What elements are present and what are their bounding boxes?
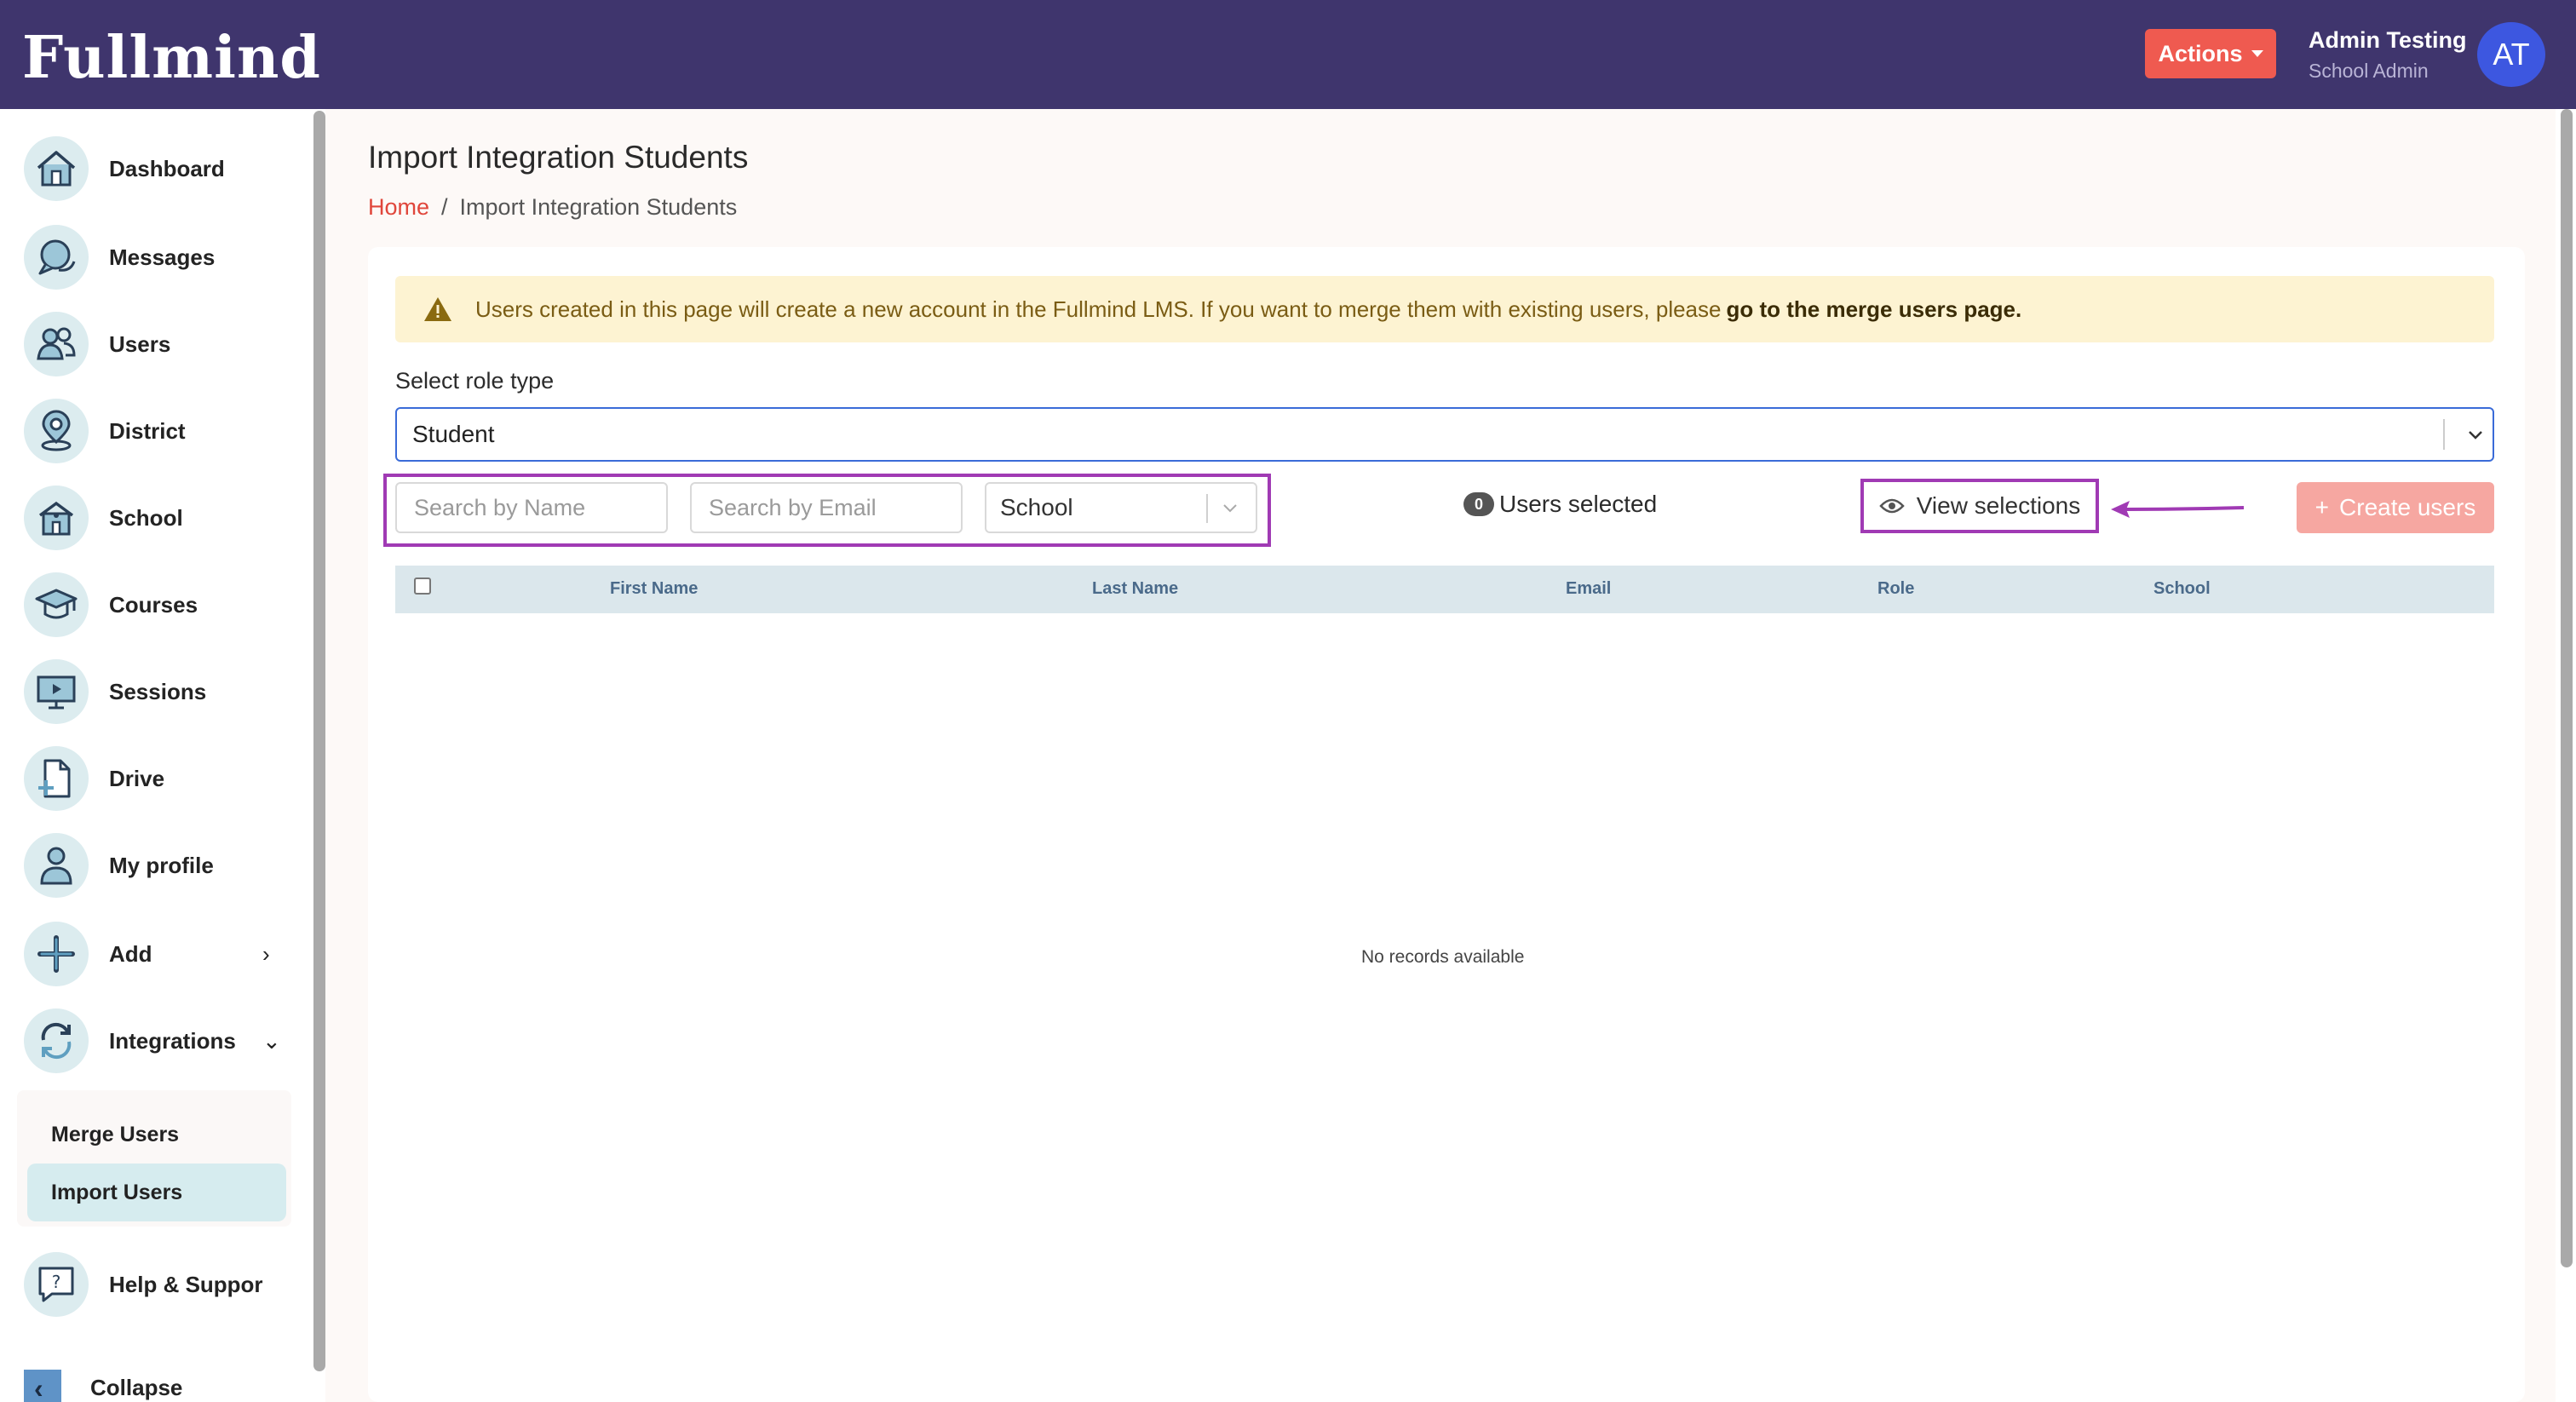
plus-icon: + [2314,494,2330,520]
sync-icon [24,1008,89,1073]
sidebar-item-label: Users [109,330,171,357]
collapse-icon[interactable]: ‹ [24,1370,61,1402]
sidebar-item-label: School [109,504,183,531]
school-filter-select[interactable]: School [985,482,1257,533]
page-title: Import Integration Students [368,140,749,175]
column-header-email[interactable]: Email [1566,579,1611,599]
breadcrumb-separator: / [441,194,448,220]
empty-table-message: No records available [1361,947,1525,967]
home-icon [24,136,89,201]
sidebar-item-label: Dashboard [109,155,225,181]
sidebar-subitem-import-users[interactable]: Import Users [27,1164,286,1221]
warning-icon [424,297,451,321]
user-role: School Admin [2309,60,2429,82]
search-by-name-input[interactable] [395,482,668,533]
sidebar-item-users[interactable]: Users [24,310,170,378]
graduation-cap-icon [24,572,89,637]
monitor-play-icon [24,659,89,724]
sidebar-subitem-merge-users[interactable]: Merge Users [27,1106,286,1164]
messages-icon [24,225,89,290]
search-by-email-input[interactable] [690,482,963,533]
user-name[interactable]: Admin Testing [2309,27,2467,54]
eye-icon [1879,498,1905,514]
role-type-value: Student [412,421,495,447]
sidebar-item-help-support[interactable]: ? Help & Suppor [24,1250,263,1319]
selected-count-badge: 0 [1463,492,1494,516]
school-filter-value: School [1000,494,1073,520]
users-selected-label: Users selected [1499,491,1658,517]
select-divider [1206,494,1208,523]
sidebar-item-my-profile[interactable]: My profile [24,831,214,899]
users-selected-counter: 0 Users selected [1463,491,1657,518]
annotation-arrow-icon [2111,501,2245,518]
sidebar-item-dashboard[interactable]: Dashboard [24,135,225,203]
actions-label: Actions [2158,40,2243,66]
column-header-role[interactable]: Role [1877,579,1914,599]
view-selections-label: View selections [1916,492,2081,519]
warning-alert: Users created in this page will create a… [395,276,2494,342]
select-all-checkbox[interactable] [414,577,431,595]
top-navbar: Fullmind Actions Admin Testing School Ad… [0,0,2576,109]
alert-text: Users created in this page will create a… [475,296,1722,322]
fullmind-logo[interactable]: Fullmind [22,24,321,92]
select-divider [2443,419,2445,450]
sidebar-item-label: My profile [109,852,214,878]
chevron-down-icon: ⌄ [262,1027,281,1054]
svg-text:?: ? [52,1272,61,1292]
page-scrollbar[interactable] [2561,109,2573,1267]
sidebar-item-label: Integrations [109,1027,236,1054]
sidebar-item-label: Add [109,940,152,967]
chevron-down-icon [1223,504,1237,513]
school-icon [24,486,89,550]
avatar[interactable]: AT [2477,22,2545,87]
breadcrumb-home-link[interactable]: Home [368,194,429,221]
column-header-last-name[interactable]: Last Name [1092,579,1178,599]
sidebar-item-drive[interactable]: Drive [24,744,164,813]
merge-users-link[interactable]: go to the merge users page. [1726,296,2021,323]
column-header-school[interactable]: School [2153,579,2211,599]
sidebar-item-school[interactable]: School [24,484,183,552]
plus-icon [24,922,89,986]
sidebar-item-label: District [109,417,186,444]
create-users-label: Create users [2339,494,2476,520]
help-chat-icon: ? [24,1252,89,1317]
sidebar-item-label: Courses [109,591,198,618]
view-selections-button[interactable]: View selections [1860,479,2099,533]
location-pin-icon [24,399,89,463]
sidebar-item-sessions[interactable]: Sessions [24,658,206,726]
sidebar-scrollbar[interactable] [313,111,325,1371]
sidebar-item-add[interactable]: Add › [24,920,279,988]
caret-down-icon [2251,50,2263,57]
chevron-right-icon: › [262,940,270,967]
users-icon [24,312,89,376]
table-header: First Name Last Name Email Role School [395,566,2494,613]
sidebar-item-courses[interactable]: Courses [24,571,198,639]
sidebar-item-label: Help & Suppor [109,1271,263,1297]
role-type-select[interactable]: Student [395,407,2494,462]
collapse-button[interactable]: Collapse [90,1375,182,1401]
person-icon [24,833,89,898]
breadcrumb-current: Import Integration Students [459,194,738,220]
chevron-down-icon [2469,431,2482,440]
sidebar-item-integrations[interactable]: Integrations ⌄ [24,1007,281,1075]
breadcrumb: Home / Import Integration Students [368,194,737,221]
sidebar-item-district[interactable]: District [24,397,186,465]
role-type-label: Select role type [395,368,555,394]
create-users-button[interactable]: + Create users [2297,482,2494,533]
actions-dropdown-button[interactable]: Actions [2145,29,2276,78]
sidebar-item-label: Messages [109,244,216,270]
sidebar-item-label: Drive [109,765,165,791]
sidebar-item-label: Sessions [109,678,207,704]
column-header-first-name[interactable]: First Name [610,579,698,599]
file-add-icon [24,746,89,811]
sidebar-item-messages[interactable]: Messages [24,223,215,291]
